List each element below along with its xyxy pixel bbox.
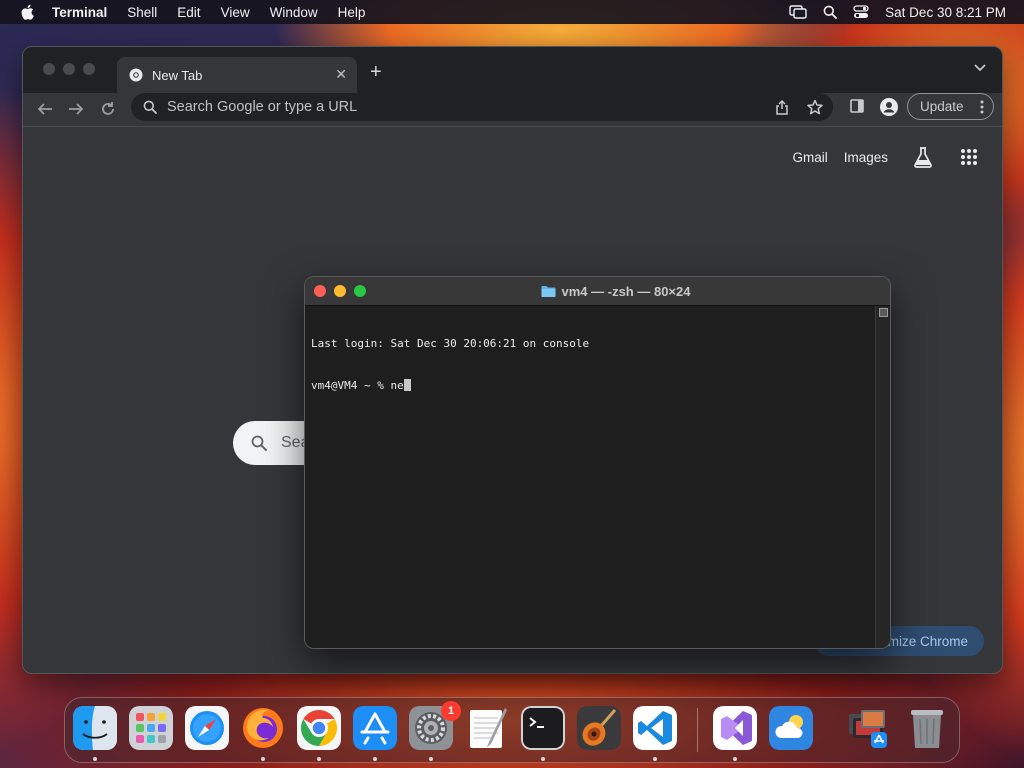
firefox-running-dot (261, 757, 265, 761)
toolbar-divider (23, 126, 1002, 127)
profile-avatar-icon[interactable] (880, 98, 898, 116)
update-button[interactable]: Update (907, 93, 994, 120)
vs-code-running-dot (653, 757, 657, 761)
menu-bar: Terminal Shell Edit View Window Help Sat… (0, 0, 1024, 24)
chrome-menu-kebab-icon[interactable] (980, 100, 984, 114)
garageband-guitar-icon[interactable] (577, 706, 621, 750)
side-panel-icon[interactable] (850, 99, 864, 113)
firefox-icon[interactable] (241, 706, 285, 750)
terminal-window-controls (314, 285, 366, 297)
tab-new-tab[interactable]: New Tab ✕ (117, 57, 357, 93)
terminal-cursor (403, 379, 411, 391)
system-settings-badge: 1 (441, 701, 461, 721)
terminal-title-group: vm4 — -zsh — 80×24 (541, 283, 691, 299)
chrome-minimize-button[interactable] (63, 63, 75, 75)
google-apps-grid-icon[interactable] (960, 148, 978, 166)
app-store-icon[interactable] (353, 706, 397, 750)
terminal-minimize-button[interactable] (334, 285, 346, 297)
share-icon[interactable] (775, 99, 789, 115)
folder-icon (541, 286, 555, 297)
launchpad-icon[interactable] (129, 706, 173, 750)
new-tab-plus-icon[interactable]: + (370, 61, 382, 84)
terminal-running-dot (541, 757, 545, 761)
images-link[interactable]: Images (844, 150, 888, 165)
safari-icon[interactable] (185, 706, 229, 750)
finder-icon[interactable] (73, 706, 117, 750)
terminal-app-icon[interactable] (521, 706, 565, 750)
omnibox-placeholder: Search Google or type a URL (167, 99, 358, 115)
back-arrow-icon[interactable] (37, 102, 53, 116)
update-label: Update (920, 99, 964, 114)
customize-chrome-label: mize Chrome (887, 633, 968, 649)
forward-arrow-icon[interactable] (68, 102, 84, 116)
reload-icon[interactable] (100, 101, 116, 117)
finder-running-dot (93, 757, 97, 761)
chrome-window-controls (43, 63, 95, 75)
menu-edit[interactable]: Edit (177, 5, 200, 20)
tab-title: New Tab (152, 67, 203, 83)
chrome-zoom-button[interactable] (83, 63, 95, 75)
menu-help[interactable]: Help (338, 5, 366, 20)
ntp-header-links: Gmail Images (776, 146, 978, 168)
vs-code-icon[interactable] (633, 706, 677, 750)
tab-search-chevron-icon[interactable] (974, 64, 986, 72)
terminal-titlebar[interactable]: vm4 — -zsh — 80×24 (305, 277, 890, 306)
spotlight-search-icon[interactable] (823, 5, 838, 19)
screen-mirroring-icon[interactable] (789, 5, 807, 19)
system-settings-running-dot (429, 757, 433, 761)
dock-separator (697, 708, 698, 752)
textedit-icon[interactable] (465, 706, 509, 750)
bookmark-star-icon[interactable] (807, 99, 823, 115)
terminal-scrollbar[interactable] (875, 306, 890, 648)
terminal-prompt-line: vm4@VM4 ~ % ne (311, 379, 871, 393)
google-chrome-icon[interactable] (297, 706, 341, 750)
terminal-line-last-login: Last login: Sat Dec 30 20:06:21 on conso… (311, 337, 590, 350)
menu-view[interactable]: View (221, 5, 250, 20)
labs-flask-icon[interactable] (912, 146, 934, 168)
chrome-favicon-icon (129, 68, 143, 82)
terminal-zoom-button[interactable] (354, 285, 366, 297)
terminal-prompt-text: vm4@VM4 ~ % ne (311, 379, 404, 392)
menu-window[interactable]: Window (270, 5, 318, 20)
gmail-link[interactable]: Gmail (792, 150, 827, 165)
terminal-content[interactable]: Last login: Sat Dec 30 20:06:21 on conso… (311, 309, 871, 421)
dock: 1 (64, 697, 960, 763)
downloads-stack-icon[interactable] (847, 706, 891, 750)
visual-studio-icon[interactable] (713, 706, 757, 750)
omnibox-search-icon (143, 100, 157, 114)
visual-studio-running-dot (733, 757, 737, 761)
terminal-window: vm4 — -zsh — 80×24 Last login: Sat Dec 3… (304, 276, 891, 649)
chrome-running-dot (317, 757, 321, 761)
ntp-search-icon (251, 435, 267, 451)
terminal-scroll-thumb[interactable] (879, 308, 888, 317)
menu-app-name[interactable]: Terminal (52, 5, 107, 20)
chrome-close-button[interactable] (43, 63, 55, 75)
app-store-running-dot (373, 757, 377, 761)
chrome-tab-strip: New Tab ✕ + (23, 47, 1002, 93)
weather-icon[interactable] (769, 706, 813, 750)
terminal-close-button[interactable] (314, 285, 326, 297)
trash-icon[interactable] (905, 706, 949, 750)
control-center-icon[interactable] (853, 5, 869, 19)
terminal-title: vm4 — -zsh — 80×24 (561, 283, 691, 299)
apple-logo-icon[interactable] (18, 4, 36, 20)
omnibox[interactable]: Search Google or type a URL (131, 93, 833, 121)
tab-close-icon[interactable]: ✕ (335, 66, 347, 83)
menu-shell[interactable]: Shell (127, 5, 157, 20)
chrome-toolbar: Search Google or type a URL Update (23, 93, 1002, 127)
menubar-clock[interactable]: Sat Dec 30 8:21 PM (885, 5, 1006, 20)
